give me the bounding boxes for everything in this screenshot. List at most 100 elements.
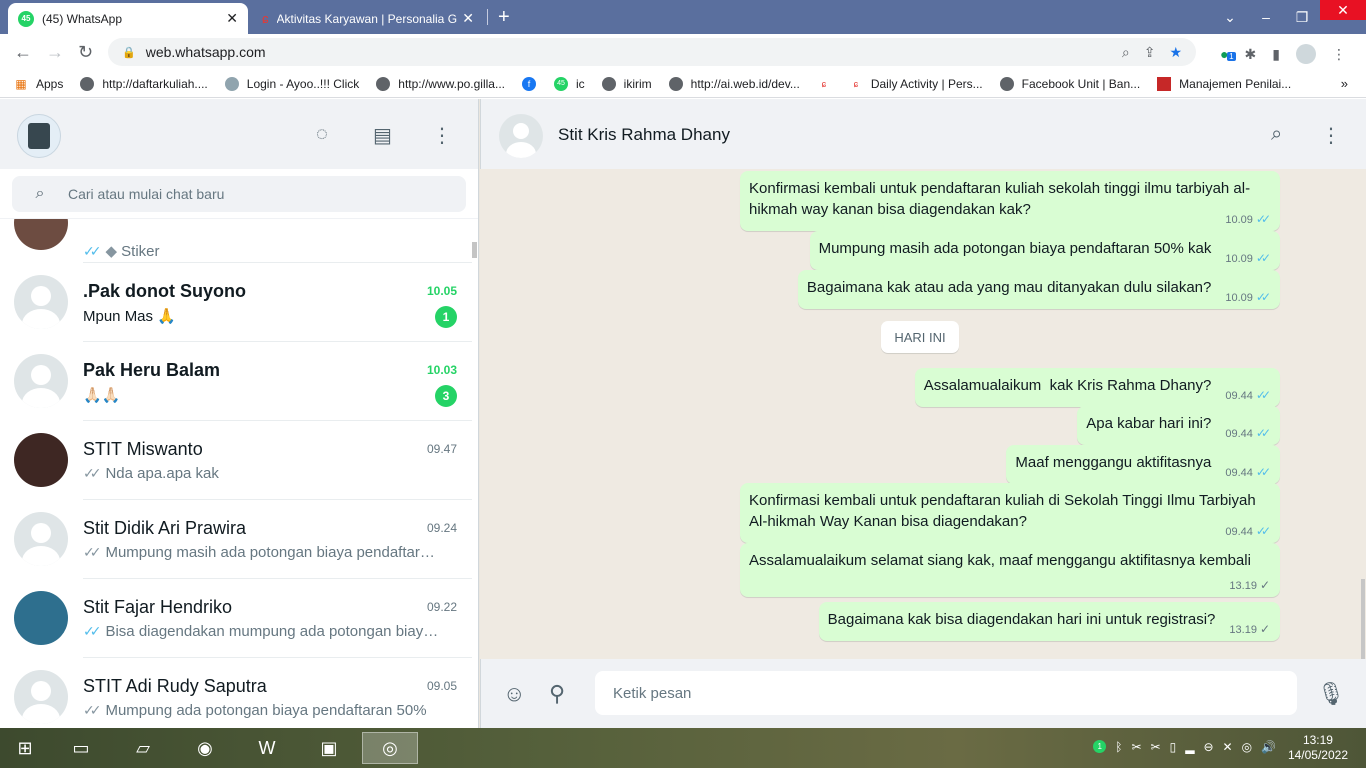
disconnected-icon[interactable]: ✕ (1223, 740, 1233, 754)
chat-list-item[interactable]: STIT Miswanto 09.47 ✓✓ Nda apa.apa kak (0, 421, 472, 500)
bookmark-item[interactable]: Manajemen Penilai... (1157, 76, 1291, 91)
chrome-tray-icon[interactable]: ◎ (1242, 740, 1252, 754)
extension-green-icon[interactable]: ● 1 (1220, 46, 1236, 62)
bookmark-item[interactable]: http://ai.web.id/dev... (668, 76, 800, 91)
contact-avatar[interactable] (499, 114, 543, 158)
photos-app-icon[interactable]: ▱ (120, 732, 166, 764)
windows-start-icon[interactable]: ⊞ (2, 732, 48, 764)
volume-icon[interactable]: 🔊 (1261, 740, 1276, 754)
teamviewer-icon[interactable]: ⊖ (1203, 740, 1213, 754)
chat-time: 10.03 (426, 363, 457, 377)
close-tab-icon[interactable]: ✕ (462, 10, 474, 27)
chat-time: 09.05 (426, 679, 457, 693)
extensions-puzzle-icon[interactable]: ✱ (1245, 46, 1257, 63)
message-bubble[interactable]: Bagaimana kak bisa diagendakan hari ini … (818, 602, 1280, 641)
tool-icon[interactable]: ✂ (1151, 740, 1161, 754)
message-bubble[interactable]: Konfirmasi kembali untuk pendaftaran kul… (740, 171, 1280, 231)
my-profile-avatar[interactable] (17, 114, 61, 158)
close-window-icon[interactable]: ✕ (1320, 0, 1366, 20)
message-bubble[interactable]: Assalamualaikum kak Kris Rahma Dhany? 09… (914, 368, 1280, 407)
message-bubble[interactable]: Maaf menggangu aktifitasnya 09.44 ✓✓ (1006, 445, 1280, 484)
read-tick-icon: ✓✓ (1255, 426, 1271, 440)
bookmark-label: Login - Ayoo..!!! Click (246, 76, 360, 91)
chat-list-item[interactable]: Stit Didik Ari Prawira 09.24 ✓✓ Mumpung m… (0, 500, 472, 579)
chrome-icon[interactable]: ◎ (362, 732, 418, 764)
message-bubble[interactable]: Apa kabar hari ini? 09.44 ✓✓ (1077, 406, 1280, 445)
personalia-favicon-icon: ɕ (262, 11, 269, 26)
chrome-menu-icon[interactable]: ⋮ (1332, 46, 1346, 63)
chat-time: 09.24 (426, 521, 457, 535)
system-clock[interactable]: 13:19 14/05/2022 (1288, 733, 1348, 763)
whatsapp-tray-icon[interactable]: 1 (1093, 740, 1107, 753)
new-tab-icon[interactable]: + (498, 6, 510, 29)
bookmark-item[interactable]: ɕ (817, 77, 839, 91)
message-bubble[interactable]: Mumpung masih ada potongan biaya pendaft… (809, 231, 1280, 270)
search-input[interactable]: ⌕ Cari atau mulai chat baru (12, 176, 466, 212)
bookmark-item[interactable]: Facebook Unit | Ban... (999, 76, 1140, 91)
unread-count-badge: 1 (435, 306, 457, 328)
bookmarks-overflow-icon[interactable]: » (1341, 76, 1348, 91)
bookmark-apps[interactable]: ▦ Apps (14, 77, 63, 91)
windows-taskbar: ⊞ ▭ ▱ ◉ W ▣ ◎ 1 ᛒ ✂ ✂ ▯ ▂ ⊖ ✕ ◎ 🔊 13:19 … (0, 728, 1366, 768)
chat-list-item[interactable]: Stit Fajar Hendriko 09.22 ✓✓ Bisa diagend… (0, 579, 472, 658)
bluetooth-icon[interactable]: ᛒ (1115, 740, 1122, 754)
menu-icon[interactable]: ⋮ (432, 123, 452, 148)
conversation-header[interactable]: Stit Kris Rahma Dhany ⌕ ⋮ (480, 99, 1366, 169)
tab-aktivitas[interactable]: ɕ Aktivitas Karyawan | Personalia G ✕ (252, 3, 484, 34)
minimize-icon[interactable]: – (1248, 9, 1284, 25)
firefox-icon[interactable]: ◉ (182, 732, 228, 764)
message-scrollbar[interactable] (1361, 579, 1365, 659)
chat-list-scrollbar[interactable] (472, 242, 477, 258)
apps-grid-icon: ▦ (15, 76, 27, 91)
bookmark-facebook[interactable]: f (521, 76, 544, 91)
tab-whatsapp[interactable]: 45 (45) WhatsApp ✕ (8, 3, 248, 34)
message-list: Konfirmasi kembali untuk pendaftaran kul… (480, 169, 1366, 659)
lock-icon[interactable]: 🔒 (122, 46, 136, 59)
chat-list-item[interactable]: Pak Heru Balam 10.03 🙏🏻🙏🏻 3 (0, 342, 472, 421)
bookmark-item[interactable]: ɕ Daily Activity | Pers... (849, 77, 983, 91)
restore-icon[interactable]: ❐ (1284, 9, 1320, 26)
share-icon[interactable]: ⇪ (1144, 44, 1156, 61)
bookmark-item[interactable]: ikirim (601, 76, 652, 91)
back-icon[interactable]: ← (14, 42, 32, 63)
bookmark-item[interactable]: Login - Ayoo..!!! Click (224, 76, 360, 91)
file-explorer-icon[interactable]: ▭ (58, 732, 104, 764)
close-tab-icon[interactable]: ✕ (226, 10, 238, 27)
signal-icon[interactable]: ▂ (1185, 740, 1194, 754)
bookmark-star-icon[interactable]: ★ (1169, 44, 1182, 61)
chat-list-item[interactable]: ✓✓ ◆ Stiker (0, 219, 472, 263)
message-bubble[interactable]: Assalamualaikum selamat siang kak, maaf … (740, 543, 1280, 597)
message-input[interactable]: Ketik pesan (595, 671, 1297, 715)
bookmark-item[interactable]: http://www.po.gilla... (376, 76, 505, 91)
attach-icon[interactable]: ⚲ (549, 681, 565, 707)
side-panel-icon[interactable]: ▮ (1272, 46, 1280, 63)
emoji-icon[interactable]: ☺ (503, 681, 525, 707)
url-text: web.whatsapp.com (145, 44, 266, 60)
menu-icon[interactable]: ⋮ (1321, 123, 1341, 148)
chat-preview-text: Mumpung ada potongan biaya pendaftaran 5… (105, 702, 427, 719)
word-icon[interactable]: W (244, 732, 290, 764)
tab-search-icon[interactable]: ⌄ (1212, 9, 1248, 26)
chat-list-item[interactable]: .Pak donot Suyono 10.05 Mpun Mas 🙏 1 (0, 263, 472, 342)
chat-time: 09.47 (426, 442, 457, 456)
message-bubble[interactable]: Bagaimana kak atau ada yang mau ditanyak… (797, 270, 1280, 309)
microphone-icon[interactable]: 🎙 (1317, 681, 1345, 707)
bookmark-item[interactable]: http://daftarkuliah.... (80, 76, 208, 91)
url-omnibox[interactable]: 🔒 web.whatsapp.com ⌕ ⇪ ★ (108, 38, 1196, 66)
reload-icon[interactable]: ↻ (78, 42, 93, 63)
chat-list-item[interactable]: STIT Adi Rudy Saputra 09.05 ✓✓ Mumpung ad… (0, 658, 472, 728)
zoom-icon[interactable]: ⌕ (1122, 44, 1130, 61)
facebook-icon: f (521, 76, 536, 91)
tool-icon[interactable]: ✂ (1131, 740, 1141, 754)
message-text: Assalamualaikum kak Kris Rahma Dhany? (923, 377, 1212, 394)
network-device-icon[interactable]: ▯ (1170, 740, 1177, 754)
store-icon[interactable]: ▣ (306, 732, 352, 764)
bookmark-item[interactable]: 45 ic (553, 76, 585, 91)
search-icon[interactable]: ⌕ (1271, 123, 1282, 146)
new-chat-icon[interactable]: ▤ (373, 123, 392, 148)
message-bubble[interactable]: Konfirmasi kembali untuk pendaftaran kul… (740, 483, 1280, 543)
forward-icon[interactable]: → (46, 42, 64, 63)
message-time: 10.09 (1225, 253, 1253, 265)
profile-avatar-icon[interactable] (1296, 44, 1316, 64)
status-icon[interactable]: ◌ (316, 123, 328, 146)
